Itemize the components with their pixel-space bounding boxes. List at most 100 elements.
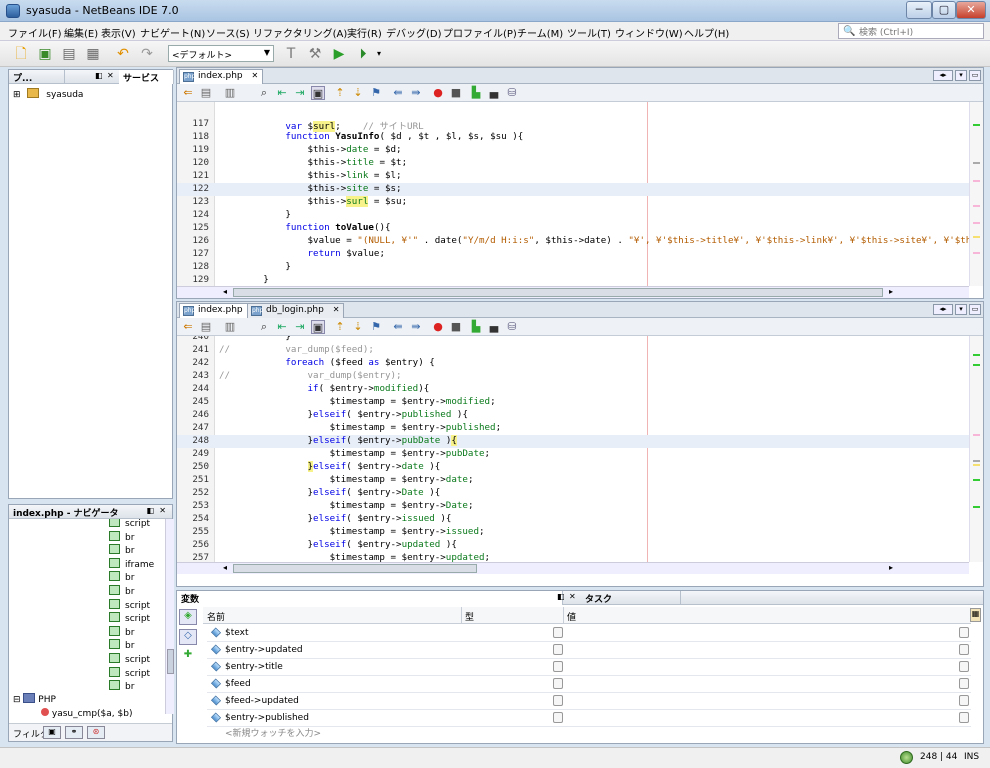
find-next-icon[interactable]: ⇥ bbox=[293, 86, 307, 100]
forward-icon[interactable]: ▥ bbox=[223, 86, 237, 100]
navigator-item[interactable]: br bbox=[109, 680, 134, 692]
close-tab-icon[interactable]: ✕ bbox=[569, 592, 576, 601]
code-line[interactable]: 241 // var_dump($feed); bbox=[177, 344, 969, 357]
menu-run[interactable]: 実行(R) bbox=[347, 25, 382, 40]
shift-right-icon[interactable]: ⇛ bbox=[409, 320, 423, 334]
menu-refactor[interactable]: リファクタリング(A) bbox=[253, 25, 347, 40]
new-file-icon[interactable]: 🗋 bbox=[12, 45, 30, 63]
code-area-bottom[interactable]: 240 } 241// var_dump($feed); 242 foreach (… bbox=[177, 336, 969, 562]
close-tab-icon[interactable]: ✕ bbox=[252, 71, 259, 80]
maximize-editor-icon[interactable]: ▭ bbox=[969, 70, 981, 81]
find-next-icon[interactable]: ⇥ bbox=[293, 320, 307, 334]
show-static-icon[interactable]: ◇ bbox=[179, 629, 197, 645]
column-divider[interactable] bbox=[563, 607, 564, 623]
close-tab-icon[interactable]: ✕ bbox=[333, 305, 340, 314]
clean-build-icon[interactable]: ⚒ bbox=[306, 45, 324, 63]
code-line[interactable]: 240 } bbox=[177, 336, 969, 344]
value-edit-button[interactable] bbox=[959, 678, 969, 689]
navigator-item[interactable]: br bbox=[109, 530, 134, 543]
code-line[interactable]: 123 $this->surl = $su; bbox=[177, 196, 969, 209]
code-line[interactable]: 126 $value = "(NULL, ¥'" . date("Y/m/d H… bbox=[177, 235, 969, 248]
uncomment-icon[interactable]: ▄ bbox=[487, 86, 501, 100]
code-line[interactable]: 247 $timestamp = $entry->published; bbox=[177, 422, 969, 435]
tab-scroll-icon[interactable]: ◂▸ bbox=[933, 70, 953, 81]
new-project-icon[interactable]: ▣ bbox=[36, 45, 54, 63]
menu-debug[interactable]: デバッグ(D) bbox=[386, 25, 442, 40]
close-panel-icon[interactable]: ✕ bbox=[159, 506, 166, 515]
code-line[interactable]: 248 }elseif( $entry->pubDate ){ bbox=[177, 435, 969, 448]
navigator-item[interactable]: script bbox=[109, 598, 150, 611]
code-area-top[interactable]: 117 var $surl; // サイトURL 118 function Yas… bbox=[177, 102, 969, 286]
last-edit-icon[interactable]: ⇐ bbox=[181, 320, 195, 334]
scroll-left-icon[interactable]: ◂ bbox=[223, 563, 227, 572]
horizontal-scrollbar[interactable]: ◂ ▸ bbox=[177, 562, 969, 574]
horizontal-scrollbar[interactable]: ◂ ▸ bbox=[177, 286, 969, 298]
minimize-panel-icon[interactable]: ◧ bbox=[95, 71, 103, 80]
forward-icon[interactable]: ▥ bbox=[223, 320, 237, 334]
type-edit-button[interactable] bbox=[553, 627, 563, 638]
tab-projects[interactable]: プ... bbox=[9, 70, 65, 84]
menu-help[interactable]: ヘルプ(H) bbox=[684, 25, 729, 40]
back-icon[interactable]: ▤ bbox=[199, 320, 213, 334]
type-edit-button[interactable] bbox=[553, 712, 563, 723]
value-edit-button[interactable] bbox=[959, 661, 969, 672]
stop-macro-icon[interactable]: ■ bbox=[449, 320, 463, 334]
shift-right-icon[interactable]: ⇛ bbox=[409, 86, 423, 100]
value-edit-button[interactable] bbox=[959, 695, 969, 706]
menu-tools[interactable]: ツール(T) bbox=[567, 25, 611, 40]
scroll-right-icon[interactable]: ▸ bbox=[889, 563, 893, 572]
code-line[interactable]: 251 $timestamp = $entry->date; bbox=[177, 474, 969, 487]
shift-left-icon[interactable]: ⇚ bbox=[391, 86, 405, 100]
menu-navigate[interactable]: ナビゲート(N) bbox=[140, 25, 205, 40]
code-line[interactable]: 244 if( $entry->modified){ bbox=[177, 383, 969, 396]
new-watch-icon[interactable]: ✚ bbox=[179, 649, 197, 665]
database-icon[interactable]: ⛁ bbox=[505, 86, 519, 100]
scroll-thumb[interactable] bbox=[167, 649, 174, 674]
watch-icon[interactable]: ◈ bbox=[179, 609, 197, 625]
column-name[interactable]: 名前 bbox=[207, 610, 225, 623]
type-edit-button[interactable] bbox=[553, 695, 563, 706]
variable-row[interactable]: $feed->updated bbox=[207, 693, 971, 710]
run-icon[interactable]: ▶ bbox=[330, 45, 348, 63]
tab-scroll-icon[interactable]: ◂▸ bbox=[933, 304, 953, 315]
close-button[interactable]: ✕ bbox=[956, 1, 986, 19]
database-icon[interactable]: ⛁ bbox=[505, 320, 519, 334]
close-tab-icon[interactable]: ✕ bbox=[107, 71, 114, 80]
variable-row[interactable]: $entry->updated bbox=[207, 642, 971, 659]
next-bookmark-icon[interactable]: ⇣ bbox=[351, 86, 365, 100]
maximize-editor-icon[interactable]: ▭ bbox=[969, 304, 981, 315]
navigator-item[interactable]: br bbox=[109, 544, 134, 556]
navigator-item[interactable]: iframe bbox=[109, 557, 154, 570]
navigator-item[interactable]: br bbox=[109, 585, 134, 597]
code-line[interactable]: 117 var $surl; // サイトURL bbox=[177, 118, 969, 132]
navigator-item[interactable]: script bbox=[109, 612, 150, 624]
menu-window[interactable]: ウィンドウ(W) bbox=[615, 25, 683, 40]
menu-edit[interactable]: 編集(E) bbox=[64, 25, 98, 40]
tab-db-login-php[interactable]: php db_login.php ✕ bbox=[247, 303, 345, 318]
tab-list-icon[interactable]: ▾ bbox=[955, 70, 967, 81]
scroll-right-icon[interactable]: ▸ bbox=[889, 287, 893, 296]
toggle-highlight-icon[interactable]: ▣ bbox=[311, 320, 325, 334]
record-macro-icon[interactable]: ● bbox=[431, 86, 445, 100]
find-previous-icon[interactable]: ⇤ bbox=[275, 86, 289, 100]
navigator-item[interactable]: script bbox=[109, 666, 150, 679]
minimize-button[interactable]: ─ bbox=[906, 1, 932, 19]
type-edit-button[interactable] bbox=[553, 678, 563, 689]
menu-view[interactable]: 表示(V) bbox=[101, 25, 136, 40]
variable-row[interactable]: $entry->published bbox=[207, 710, 971, 727]
last-edit-icon[interactable]: ⇐ bbox=[181, 86, 195, 100]
navigator-item[interactable]: script bbox=[109, 519, 150, 529]
save-all-icon[interactable]: ▦ bbox=[84, 45, 102, 63]
minimize-panel-icon[interactable]: ◧ bbox=[557, 592, 565, 601]
error-stripe[interactable] bbox=[969, 336, 983, 562]
configuration-select[interactable]: <デフォルト> ▼ bbox=[168, 45, 274, 62]
code-line[interactable]: 119 $this->date = $d; bbox=[177, 144, 969, 157]
navigator-function-node[interactable]: yasu_cmp($a, $b) bbox=[41, 708, 132, 719]
value-edit-button[interactable] bbox=[959, 712, 969, 723]
navigator-item[interactable]: br bbox=[109, 571, 134, 583]
value-edit-button[interactable] bbox=[959, 644, 969, 655]
code-line[interactable]: 257 $timestamp = $entry->updated; bbox=[177, 552, 969, 562]
minimize-panel-icon[interactable]: ◧ bbox=[146, 506, 154, 515]
code-line[interactable]: 125 function toValue(){ bbox=[177, 222, 969, 235]
filter-static-icon[interactable]: ⊛ bbox=[87, 726, 105, 739]
